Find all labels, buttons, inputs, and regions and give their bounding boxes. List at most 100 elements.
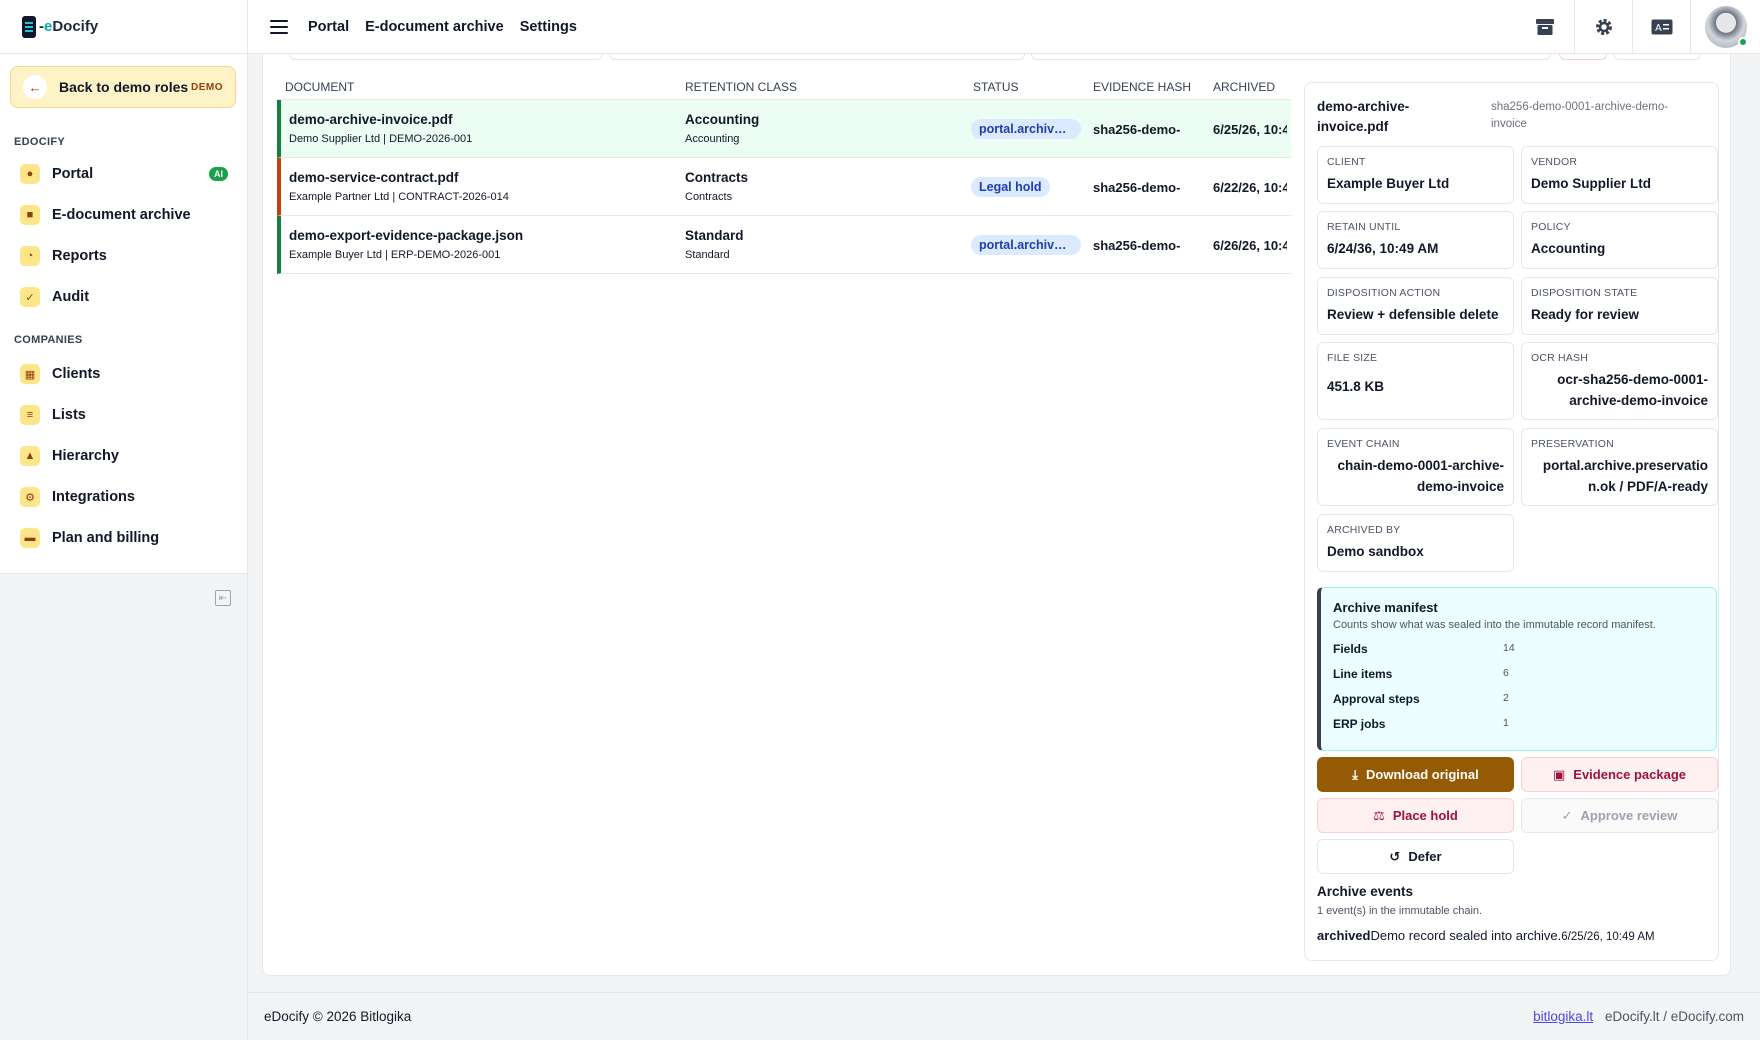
sidebar-item-plan-and-billing[interactable]: ▬ Plan and billing [20,521,232,555]
retention-class: Accounting [685,112,760,127]
preservation-card: PRESERVATION portal.archive.preservation… [1521,428,1718,506]
sidebar-item-reports[interactable]: ◔ Reports [20,239,232,273]
header-actions: A [1516,0,1760,54]
sidebar-item-clients[interactable]: ▦ Clients [20,357,232,391]
column-status[interactable]: STATUS [973,80,1019,94]
archived-date: 6/22/26, 10:49 AM [1213,180,1287,195]
archive-events-title: Archive events [1317,884,1414,899]
table-row[interactable]: demo-service-contract.pdf Example Partne… [277,158,1291,216]
document-name: demo-service-contract.pdf [289,170,459,185]
document-detail-panel: demo-archive-invoice.pdf sha256-demo-000… [1304,82,1719,961]
top-link-portal[interactable]: Portal [308,19,349,35]
list-icon: ≡ [20,405,40,425]
document-meta: Example Partner Ltd | CONTRACT-2026-014 [289,191,509,203]
online-status-dot [1737,36,1748,47]
filter-input-edge[interactable] [1031,54,1551,60]
ocr-hash-card: OCR HASH ocr-sha256-demo-0001-archive-de… [1521,342,1718,420]
filter-input-edge[interactable] [609,54,1025,60]
sidebar-item-e-document-archive[interactable]: ■ E-document archive [20,198,232,232]
disposition-state-card: DISPOSITION STATE Ready for review [1521,277,1718,335]
evidence-package-button[interactable]: ▣ Evidence package [1521,757,1718,792]
credit-card-icon: ▬ [20,528,40,548]
document-name: demo-archive-invoice.pdf [289,112,453,127]
place-hold-button[interactable]: ⚖ Place hold [1317,798,1514,833]
evidence-hash: sha256-demo- [1093,180,1181,195]
back-to-demo-roles-button[interactable]: ← Back to demo roles DEMO [10,66,236,108]
sidebar-item-integrations[interactable]: ⚙ Integrations [20,480,232,514]
plug-icon: ⚙ [20,487,40,507]
document-logo-icon [22,15,36,38]
retention-class: Contracts [685,170,749,185]
sidebar-item-hierarchy[interactable]: ▲ Hierarchy [20,439,232,473]
history-icon: ↺ [1389,848,1401,864]
top-link-settings[interactable]: Settings [520,19,577,35]
clipboard-check-icon: ✓ [20,287,40,307]
collapse-sidebar-icon[interactable]: ⇤ [215,590,231,606]
status-badge: portal.archive.status.sealed [971,119,1081,139]
filter-button-edge[interactable] [1559,54,1607,60]
sitemap-icon: ▲ [20,446,40,466]
archive-event-item: archivedDemo record sealed into archive.… [1317,928,1655,943]
detail-hash: sha256-demo-0001-archive-demo-invoice [1491,101,1669,130]
hamburger-menu-icon[interactable] [270,19,288,34]
svg-text:A: A [1655,23,1662,34]
clipboard-check-icon: ✓ [1561,807,1573,823]
sidebar-item-portal[interactable]: ● Portal AI [20,157,232,191]
filter-input-edge[interactable] [289,54,603,60]
footer-links: bitlogika.lt eDocify.lt / eDocify.com [1533,1009,1744,1024]
user-menu[interactable] [1690,0,1760,54]
sidebar-panel: -eDocify ← Back to demo roles DEMO EDOCI… [0,0,247,574]
table-row[interactable]: demo-export-evidence-package.json Exampl… [277,216,1291,274]
avatar [1704,5,1748,48]
evidence-hash: sha256-demo- [1093,122,1181,137]
footer-domains: eDocify.lt / eDocify.com [1604,1009,1744,1024]
top-link-e-document-archive[interactable]: E-document archive [365,19,504,35]
download-icon: ⤓ [1352,766,1359,782]
brand-logo[interactable]: -eDocify [0,0,247,54]
archived-date: 6/25/26, 10:49 AM [1213,122,1287,137]
palette-icon: ● [20,164,40,184]
back-label: Back to demo roles [59,79,189,95]
column-evidence-hash[interactable]: EVIDENCE HASH [1093,80,1191,94]
manifest-row: Line items 6 [1333,667,1509,681]
defer-button[interactable]: ↺ Defer [1317,839,1514,874]
pie-chart-icon: ◔ [20,246,40,266]
archive-icon[interactable] [1516,0,1574,54]
event-chain-card: EVENT CHAIN chain-demo-0001-archive-demo… [1317,428,1514,506]
disposition-action-card: DISPOSITION ACTION Review + defensible d… [1317,277,1514,335]
approve-review-button[interactable]: ✓ Approve review [1521,798,1718,833]
top-header: Portal E-document archive Settings A [248,0,1760,54]
column-document[interactable]: DOCUMENT [285,80,354,94]
download-original-button[interactable]: ⤓ Download original [1317,757,1514,792]
gear-icon[interactable] [1574,0,1632,54]
sidebar: -eDocify ← Back to demo roles DEMO EDOCI… [0,0,248,1040]
archive-manifest: Archive manifest Counts show what was se… [1317,587,1717,751]
status-badge: Legal hold [971,177,1050,197]
top-nav: Portal E-document archive Settings [308,19,577,35]
detail-title: demo-archive-invoice.pdf [1317,99,1410,134]
retention-class: Standard [685,228,744,243]
sidebar-item-lists[interactable]: ≡ Lists [20,398,232,432]
ai-badge: AI [209,167,228,181]
table-row[interactable]: demo-archive-invoice.pdf Demo Supplier L… [277,100,1291,158]
file-size-card: FILE SIZE 451.8 KB [1317,342,1514,420]
document-meta: Example Buyer Ltd | ERP-DEMO-2026-001 [289,249,501,261]
vendor-card: VENDOR Demo Supplier Ltd [1521,146,1718,204]
sidebar-item-audit[interactable]: ✓ Audit [20,280,232,314]
column-retention-class[interactable]: RETENTION CLASS [685,80,797,94]
column-archived[interactable]: ARCHIVED [1213,80,1275,94]
arrow-left-icon: ← [23,75,47,99]
archived-date: 6/26/26, 10:49 AM [1213,238,1287,253]
section-label-edocify: EDOCIFY [14,136,65,148]
table-header: DOCUMENT RETENTION CLASS STATUS EVIDENCE… [277,74,1291,100]
policy-card: POLICY Accounting [1521,211,1718,269]
status-badge: portal.archive.status.sealed [971,235,1081,255]
buildings-icon: ▦ [20,364,40,384]
footer: eDocify © 2026 Bitlogika bitlogika.lt eD… [248,992,1760,1040]
language-icon[interactable]: A [1632,0,1690,54]
manifest-subtitle: Counts show what was sealed into the imm… [1333,619,1656,631]
brand-name: -eDocify [39,18,99,35]
demo-badge: DEMO [191,81,223,93]
filter-button-edge[interactable] [1613,54,1701,60]
bitlogika-link[interactable]: bitlogika.lt [1533,1009,1593,1024]
